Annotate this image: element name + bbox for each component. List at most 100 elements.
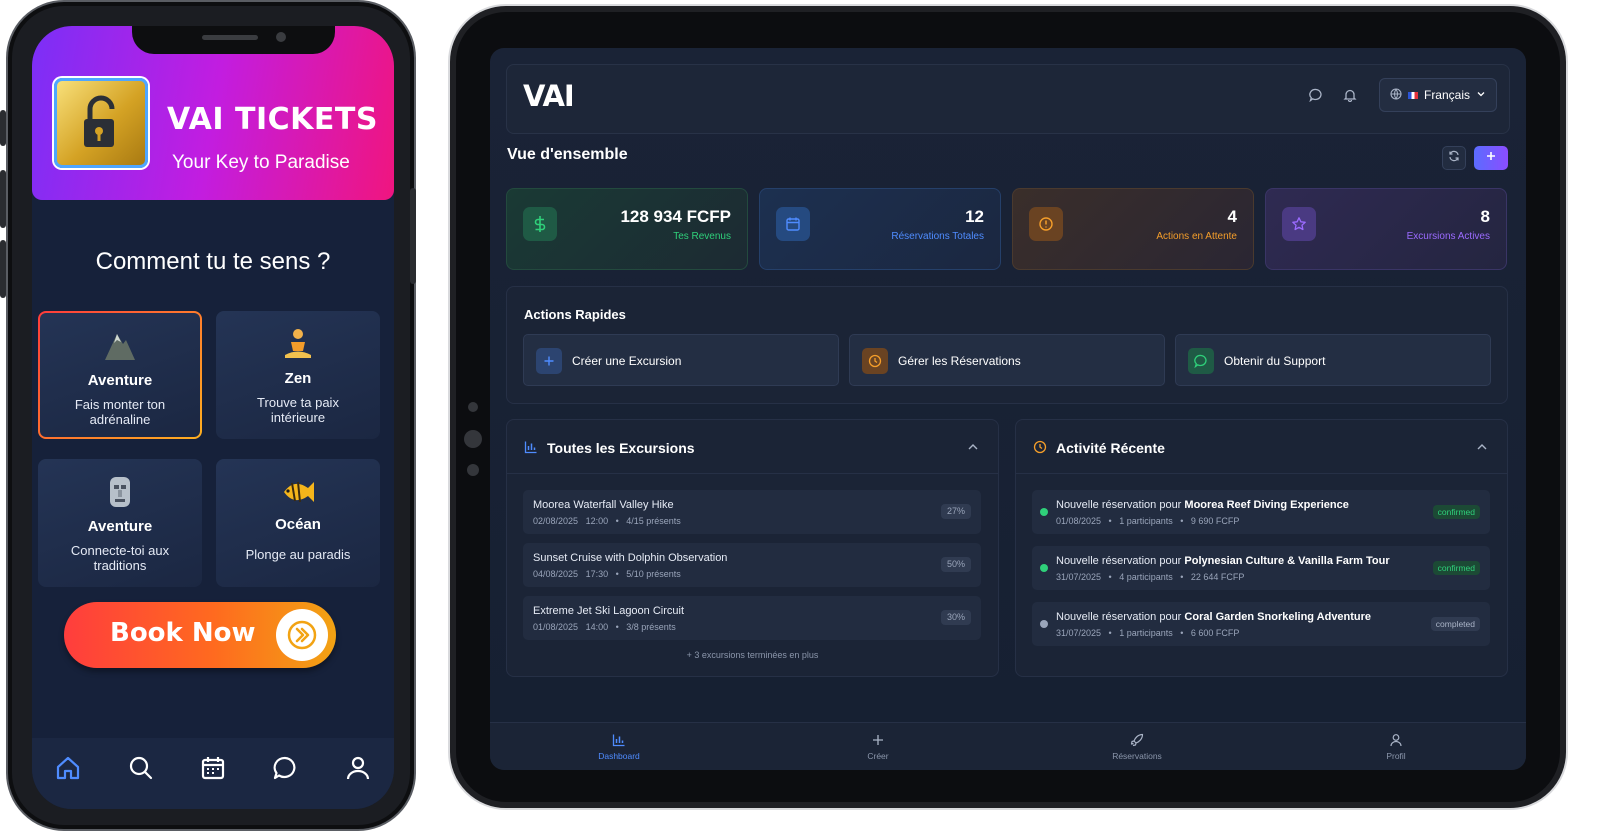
tablet-screen: VAI Français Vue d'ensemble 128 934 FCFP… (490, 48, 1526, 770)
excursions-title: Toutes les Excursions (547, 440, 695, 456)
tablet-camera (467, 464, 479, 476)
chat-icon[interactable] (265, 748, 305, 788)
globe-icon (1390, 87, 1402, 103)
stat-card-active-excursions[interactable]: 8 Excursions Actives (1265, 188, 1507, 270)
mood-description: Plonge au paradis (245, 547, 351, 562)
plus-icon (818, 731, 938, 749)
mood-title: Océan (275, 516, 321, 533)
stat-card-reservations[interactable]: 12 Réservations Totales (759, 188, 1001, 270)
mood-card-culture[interactable]: Aventure Connecte-toi aux traditions (38, 459, 202, 587)
activity-title: Activité Récente (1056, 440, 1165, 456)
app-header: VAI Français (506, 64, 1510, 134)
manage-reservations-button[interactable]: Gérer les Réservations (849, 334, 1165, 386)
search-icon[interactable] (121, 748, 161, 788)
book-now-button[interactable]: Book Now (64, 602, 336, 668)
activity-text: Nouvelle réservation pour Moorea Reef Di… (1056, 499, 1349, 511)
refresh-button[interactable] (1442, 146, 1466, 170)
mountain-icon (40, 329, 200, 363)
nav-profile[interactable]: Profil (1336, 731, 1456, 761)
excursion-row[interactable]: Moorea Waterfall Valley Hike 02/08/2025 … (523, 490, 981, 534)
calendar-icon[interactable] (193, 748, 233, 788)
excursion-meta: 04/08/2025 17:30 • 5/10 présents (533, 569, 681, 579)
stat-value: 128 934 FCFP (620, 207, 731, 226)
activity-panel: Activité Récente Nouvelle réservation po… (1015, 419, 1508, 677)
fill-rate-badge: 27% (940, 504, 971, 519)
create-excursion-button[interactable]: Créer une Excursion (523, 334, 839, 386)
mood-question: Comment tu te sens ? (95, 248, 331, 275)
activity-meta: 01/08/2025 • 1 participants • 9 690 FCFP (1056, 516, 1240, 526)
user-icon (1336, 731, 1456, 749)
nav-dashboard[interactable]: Dashboard (559, 731, 679, 761)
more-excursions-link[interactable]: + 3 excursions terminées en plus (507, 650, 998, 660)
padlock-icon (54, 78, 148, 168)
activity-meta: 31/07/2025 • 1 participants • 6 600 FCFP (1056, 628, 1240, 638)
header-actions: Français (1303, 78, 1497, 112)
home-icon[interactable] (48, 748, 88, 788)
excursion-name: Sunset Cruise with Dolphin Observation (533, 552, 728, 564)
bell-icon[interactable] (1337, 82, 1363, 108)
chat-icon[interactable] (1303, 82, 1329, 108)
device-showcase: VAI TICKETS Your Key to Paradise Comment… (0, 0, 1608, 831)
phone-bottom-nav (32, 738, 394, 809)
bar-chart-icon (559, 731, 679, 749)
excursions-panel: Toutes les Excursions Moorea Waterfall V… (506, 419, 999, 677)
activity-row[interactable]: Nouvelle réservation pour Polynesian Cul… (1032, 546, 1490, 590)
quick-actions-panel: Actions Rapides Créer une Excursion Gére… (506, 286, 1508, 404)
mood-card-zen[interactable]: Zen Trouve ta paix intérieure (216, 311, 380, 439)
brand-tagline: Your Key to Paradise (172, 152, 350, 173)
flag-icon (1407, 91, 1418, 99)
language-selector[interactable]: Français (1378, 78, 1497, 112)
alert-icon (1029, 207, 1063, 241)
mood-card-adventure[interactable]: Aventure Fais monter ton adrénaline (38, 311, 202, 439)
mood-description: Fais monter ton adrénaline (74, 397, 166, 427)
quick-actions-title: Actions Rapides (524, 307, 626, 322)
meditation-icon (216, 327, 380, 361)
stat-card-revenue[interactable]: 128 934 FCFP Tes Revenus (506, 188, 748, 270)
chevron-right-icon (276, 609, 328, 661)
excursion-row[interactable]: Extreme Jet Ski Lagoon Circuit 01/08/202… (523, 596, 981, 640)
activity-row[interactable]: Nouvelle réservation pour Moorea Reef Di… (1032, 490, 1490, 534)
chevron-up-icon[interactable] (966, 440, 980, 454)
app-logo[interactable]: VAI (523, 79, 575, 113)
get-support-button[interactable]: Obtenir du Support (1175, 334, 1491, 386)
excursions-header[interactable]: Toutes les Excursions (507, 420, 998, 474)
clock-icon (862, 348, 888, 374)
status-badge: confirmed (1432, 505, 1480, 519)
phone-side-button (0, 110, 6, 146)
excursion-name: Extreme Jet Ski Lagoon Circuit (533, 605, 685, 617)
chat-icon (1188, 348, 1214, 374)
calendar-icon (776, 207, 810, 241)
nav-label: Créer (867, 751, 889, 761)
mood-title: Aventure (87, 518, 153, 535)
quick-action-label: Gérer les Réservations (898, 354, 1021, 368)
activity-row[interactable]: Nouvelle réservation pour Coral Garden S… (1032, 602, 1490, 646)
activity-meta: 31/07/2025 • 4 participants • 22 644 FCF… (1056, 572, 1245, 582)
plus-icon (536, 348, 562, 374)
page-title: Vue d'ensemble (507, 146, 628, 163)
mood-title: Zen (284, 370, 312, 387)
stat-card-pending-actions[interactable]: 4 Actions en Attente (1012, 188, 1254, 270)
nav-label: Réservations (1112, 751, 1162, 761)
mood-card-ocean[interactable]: Océan Plonge au paradis (216, 459, 380, 587)
quick-action-label: Obtenir du Support (1224, 354, 1326, 368)
phone-notch (132, 26, 335, 54)
fill-rate-badge: 50% (940, 557, 971, 572)
excursion-row[interactable]: Sunset Cruise with Dolphin Observation 0… (523, 543, 981, 587)
nav-reservations[interactable]: Réservations (1077, 731, 1197, 761)
phone-side-button (0, 170, 6, 228)
nav-create[interactable]: Créer (818, 731, 938, 761)
mood-description: Trouve ta paix intérieure (257, 395, 339, 425)
stat-value: 4 (1227, 207, 1237, 226)
user-icon[interactable] (338, 748, 378, 788)
phone-power-button (410, 188, 416, 284)
tablet-camera (464, 430, 482, 448)
tablet-bottom-nav: Dashboard Créer Réservations Profil (490, 722, 1526, 770)
chevron-down-icon (1476, 88, 1486, 102)
chevron-up-icon[interactable] (1475, 440, 1489, 454)
activity-header[interactable]: Activité Récente (1016, 420, 1507, 474)
bar-chart-icon (523, 439, 539, 455)
status-badge: confirmed (1432, 561, 1480, 575)
language-label: Français (1423, 88, 1470, 102)
add-button[interactable] (1474, 146, 1508, 170)
tablet-camera (468, 402, 478, 412)
